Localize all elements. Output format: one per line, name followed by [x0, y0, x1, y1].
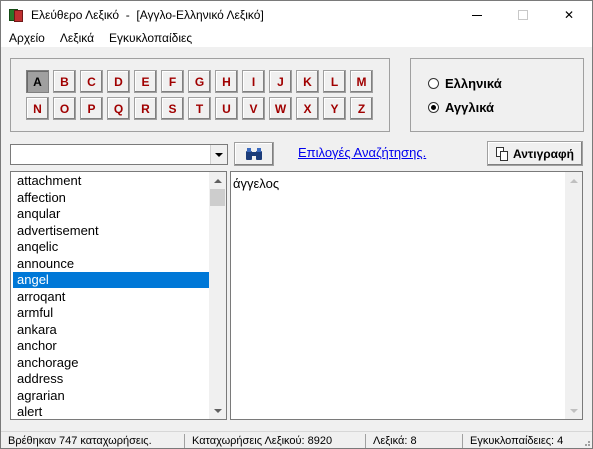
- letter-button-l[interactable]: L: [323, 70, 346, 93]
- chevron-up-icon: [213, 178, 222, 183]
- letter-button-w[interactable]: W: [269, 97, 292, 120]
- chevron-down-icon: [569, 408, 578, 413]
- letter-button-t[interactable]: T: [188, 97, 211, 120]
- copy-button[interactable]: Αντιγραφή: [487, 141, 583, 166]
- list-item[interactable]: anqular: [13, 206, 209, 222]
- minimize-icon: [472, 14, 482, 16]
- menu-bar: Αρχείο Λεξικά Εγκυκλοπαίδιες: [1, 29, 592, 47]
- dropdown-button[interactable]: [210, 145, 227, 164]
- letter-button-n[interactable]: N: [26, 97, 49, 120]
- letter-button-z[interactable]: Z: [350, 97, 373, 120]
- chevron-down-icon: [215, 152, 223, 157]
- letter-button-m[interactable]: M: [350, 70, 373, 93]
- list-item[interactable]: angel: [13, 272, 209, 288]
- status-encyclopedias: Εγκυκλοπαίδειες: 4: [462, 434, 563, 448]
- app-window: Ελεύθερο Λεξικό - [Αγγλο-Ελληνικό Λεξικό…: [0, 0, 593, 449]
- scroll-down-button: [565, 402, 582, 419]
- scroll-up-button[interactable]: [209, 172, 226, 189]
- definition-scrollbar: [565, 172, 582, 419]
- letter-index-group: ABCDEFGHIJKLM NOPQRSTUVWXYZ: [10, 58, 390, 132]
- definition-text: άγγελος: [233, 176, 280, 191]
- language-group: Ελληνικά Αγγλικά: [410, 58, 584, 132]
- radio-button-icon[interactable]: [428, 78, 439, 89]
- letter-button-h[interactable]: H: [215, 70, 238, 93]
- list-item[interactable]: affection: [13, 190, 209, 206]
- radio-english-label: Αγγλικά: [445, 100, 495, 115]
- title-bar[interactable]: Ελεύθερο Λεξικό - [Αγγλο-Ελληνικό Λεξικό…: [1, 1, 592, 29]
- radio-greek-label: Ελληνικά: [445, 76, 502, 91]
- list-item[interactable]: address: [13, 371, 209, 387]
- list-item[interactable]: anchor: [13, 338, 209, 354]
- status-dictionaries: Λεξικά: 8: [365, 434, 417, 448]
- letter-button-x[interactable]: X: [296, 97, 319, 120]
- list-item[interactable]: agrarian: [13, 388, 209, 404]
- word-list[interactable]: attachment affection anqular advertisement a…: [10, 171, 227, 420]
- find-button[interactable]: [234, 142, 274, 166]
- copy-button-label: Αντιγραφή: [513, 146, 574, 161]
- word-list-scrollbar[interactable]: [209, 172, 226, 419]
- close-button[interactable]: ✕: [546, 1, 592, 29]
- letter-button-f[interactable]: F: [161, 70, 184, 93]
- status-bar: Βρέθηκαν 747 καταχωρήσεις. Καταχωρήσεις …: [1, 431, 592, 448]
- list-item[interactable]: armful: [13, 305, 209, 321]
- chevron-up-icon: [569, 178, 578, 183]
- maximize-icon: [518, 10, 528, 20]
- list-item[interactable]: advertisement: [13, 223, 209, 239]
- radio-button-icon[interactable]: [428, 102, 439, 113]
- letter-button-r[interactable]: R: [134, 97, 157, 120]
- menu-encyclopedias[interactable]: Εγκυκλοπαίδιες: [101, 29, 199, 47]
- letter-button-y[interactable]: Y: [323, 97, 346, 120]
- letter-button-d[interactable]: D: [107, 70, 130, 93]
- search-input[interactable]: [10, 144, 228, 165]
- letter-button-i[interactable]: I: [242, 70, 265, 93]
- letter-button-p[interactable]: P: [80, 97, 103, 120]
- letter-button-v[interactable]: V: [242, 97, 265, 120]
- list-item[interactable]: announce: [13, 256, 209, 272]
- list-item[interactable]: anchorage: [13, 355, 209, 371]
- minimize-button[interactable]: [454, 1, 500, 29]
- scroll-thumb[interactable]: [210, 189, 225, 206]
- books-icon: [8, 7, 24, 23]
- chevron-down-icon: [213, 408, 222, 413]
- letter-button-s[interactable]: S: [161, 97, 184, 120]
- menu-file[interactable]: Αρχείο: [1, 29, 52, 47]
- letter-button-j[interactable]: J: [269, 70, 292, 93]
- letter-button-u[interactable]: U: [215, 97, 238, 120]
- scroll-down-button[interactable]: [209, 402, 226, 419]
- list-item[interactable]: arroqant: [13, 289, 209, 305]
- letter-button-k[interactable]: K: [296, 70, 319, 93]
- maximize-button: [500, 1, 546, 29]
- list-item[interactable]: alert: [13, 404, 209, 419]
- status-entries: Καταχωρήσεις Λεξικού: 8920: [184, 434, 332, 448]
- letter-button-q[interactable]: Q: [107, 97, 130, 120]
- copy-icon: [496, 146, 508, 161]
- letter-button-a[interactable]: A: [26, 70, 49, 93]
- search-options-link[interactable]: Επιλογές Αναζήτησης.: [298, 145, 426, 160]
- menu-dictionaries[interactable]: Λεξικά: [52, 29, 101, 47]
- letter-button-b[interactable]: B: [53, 70, 76, 93]
- scroll-up-button: [565, 172, 582, 189]
- list-item[interactable]: ankara: [13, 322, 209, 338]
- binoculars-icon: [246, 148, 262, 160]
- list-item[interactable]: attachment: [13, 173, 209, 189]
- letter-button-e[interactable]: E: [134, 70, 157, 93]
- radio-greek[interactable]: Ελληνικά: [428, 76, 502, 91]
- radio-english[interactable]: Αγγλικά: [428, 100, 494, 115]
- close-icon: ✕: [563, 8, 575, 22]
- letter-button-c[interactable]: C: [80, 70, 103, 93]
- definition-pane[interactable]: άγγελος: [230, 171, 583, 420]
- letter-button-g[interactable]: G: [188, 70, 211, 93]
- resize-grip-icon[interactable]: [581, 437, 591, 447]
- status-found: Βρέθηκαν 747 καταχωρήσεις.: [8, 435, 152, 447]
- list-item[interactable]: anqelic: [13, 239, 209, 255]
- letter-button-o[interactable]: O: [53, 97, 76, 120]
- window-title: Ελεύθερο Λεξικό - [Αγγλο-Ελληνικό Λεξικό…: [31, 8, 264, 22]
